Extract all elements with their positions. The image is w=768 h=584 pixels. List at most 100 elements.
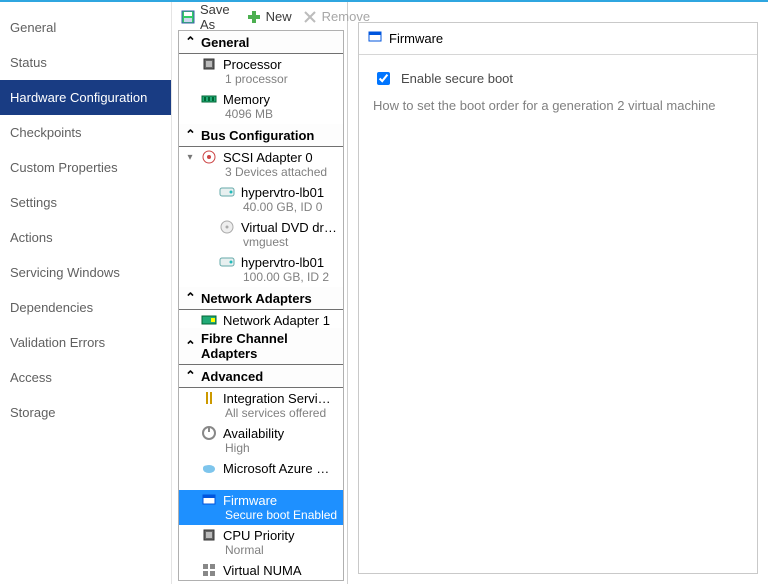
section-header-bus-configuration[interactable]: ⌃ Bus Configuration — [179, 124, 343, 147]
left-nav: General Status Hardware Configuration Ch… — [0, 0, 172, 584]
numa-icon — [201, 562, 217, 578]
section-title: Advanced — [201, 369, 263, 384]
remove-icon — [302, 9, 318, 25]
section-title: Network Adapters — [201, 291, 312, 306]
secure-boot-row[interactable]: Enable secure boot — [373, 69, 743, 88]
tree-node-label: Firmware — [223, 493, 277, 508]
nav-item-custom-properties[interactable]: Custom Properties — [0, 150, 171, 185]
chevron-up-icon: ⌃ — [185, 368, 195, 384]
firmware-icon — [367, 29, 383, 48]
boot-order-hint: How to set the boot order for a generati… — [373, 98, 743, 113]
save-as-label: Save As — [200, 2, 230, 32]
chevron-up-icon: ⌃ — [185, 34, 195, 50]
disk-icon — [219, 254, 235, 270]
nav-item-storage[interactable]: Storage — [0, 395, 171, 430]
tree-node-network-adapter-1: Network Adapter 1 — [179, 310, 343, 328]
tree-node-firmware: Firmware Secure boot Enabled — [179, 490, 343, 525]
tree-node-dvd: Virtual DVD drive vmguest — [179, 217, 343, 252]
nav-item-access[interactable]: Access — [0, 360, 171, 395]
tree-node-disk-2: hypervtro-lb01 100.00 GB, ID 2 — [179, 252, 343, 287]
section-title: General — [201, 35, 249, 50]
nav-item-checkpoints[interactable]: Checkpoints — [0, 115, 171, 150]
section-header-general[interactable]: ⌃ General — [179, 31, 343, 54]
window-accent-bar — [0, 0, 768, 2]
tree-node-label: Integration Services — [223, 391, 337, 406]
nav-item-status[interactable]: Status — [0, 45, 171, 80]
tree-node-processor: Processor 1 processor — [179, 54, 343, 89]
tree-node-label: Virtual NUMA — [223, 563, 302, 578]
nav-item-general[interactable]: General — [0, 10, 171, 45]
chevron-up-icon: ⌃ — [185, 290, 195, 306]
tree-node-cpu-priority: CPU Priority Normal — [179, 525, 343, 560]
detail-pane: Firmware Enable secure boot How to set t… — [348, 0, 768, 584]
nav-item-hardware-configuration[interactable]: Hardware Configuration — [0, 80, 171, 115]
tree-node-sub: 4096 MB — [179, 107, 343, 124]
chevron-up-icon: ⌃ — [185, 127, 195, 143]
expander-icon[interactable]: ▾ — [185, 152, 195, 163]
services-icon — [201, 390, 217, 406]
tree-node-azure-site: Microsoft Azure Site... — [179, 458, 343, 490]
detail-box: Firmware Enable secure boot How to set t… — [358, 22, 758, 574]
hardware-tree: ⌃ General Processor 1 processor Memory 4… — [178, 30, 344, 581]
new-button[interactable]: New — [242, 7, 296, 27]
dvd-icon — [219, 219, 235, 235]
tree-node-label: Availability — [223, 426, 284, 441]
nav-item-validation-errors[interactable]: Validation Errors — [0, 325, 171, 360]
tree-node-label: CPU Priority — [223, 528, 295, 543]
nav-item-settings[interactable]: Settings — [0, 185, 171, 220]
tree-node-integration-services: Integration Services All services offere… — [179, 388, 343, 423]
nav-item-dependencies[interactable]: Dependencies — [0, 290, 171, 325]
save-as-button[interactable]: Save As — [176, 0, 234, 34]
save-icon — [180, 9, 196, 25]
scsi-icon — [201, 149, 217, 165]
tree-node-sub: High — [179, 441, 343, 458]
cpu-icon — [201, 527, 217, 543]
secure-boot-label: Enable secure boot — [401, 71, 513, 86]
azure-icon — [201, 460, 217, 476]
tree-node-label: Processor — [223, 57, 282, 72]
section-header-advanced[interactable]: ⌃ Advanced — [179, 365, 343, 388]
tree-node-sub: Secure boot Enabled — [179, 508, 343, 525]
nav-item-actions[interactable]: Actions — [0, 220, 171, 255]
tree-node-label: Microsoft Azure Site... — [223, 461, 337, 476]
nav-item-servicing-windows[interactable]: Servicing Windows — [0, 255, 171, 290]
tree-node-sub: 3 Devices attached — [179, 165, 343, 182]
tree-node-virtual-numa: Virtual NUMA Spanning enabled — [179, 560, 343, 581]
tree-node-label: Network Adapter 1 — [223, 313, 330, 328]
section-header-fibre-channel[interactable]: ⌃ Fibre Channel Adapters — [179, 328, 343, 365]
new-label: New — [266, 9, 292, 24]
firmware-icon — [201, 492, 217, 508]
tree-toolbar: Save As New Remove — [172, 0, 347, 30]
availability-icon — [201, 425, 217, 441]
secure-boot-checkbox[interactable] — [377, 72, 390, 85]
tree-node-sub: Normal — [179, 543, 343, 560]
tree-node-sub: 40.00 GB, ID 0 — [179, 200, 343, 217]
detail-body: Enable secure boot How to set the boot o… — [359, 55, 757, 127]
chevron-up-icon: ⌃ — [185, 338, 195, 354]
tree-node-sub: vmguest — [179, 235, 343, 252]
tree-node-label: hypervtro-lb01 — [241, 185, 324, 200]
section-title: Bus Configuration — [201, 128, 314, 143]
plus-icon — [246, 9, 262, 25]
tree-node-sub: 1 processor — [179, 72, 343, 89]
hardware-tree-panel: Save As New Remove ⌃ General — [172, 0, 348, 584]
detail-title-bar: Firmware — [359, 23, 757, 55]
nic-icon — [201, 312, 217, 328]
tree-node-label: SCSI Adapter 0 — [223, 150, 313, 165]
tree-node-availability: Availability High — [179, 423, 343, 458]
tree-node-sub: 100.00 GB, ID 2 — [179, 270, 343, 287]
tree-node-sub: Spanning enabled — [179, 578, 343, 581]
memory-icon — [201, 91, 217, 107]
section-header-network-adapters[interactable]: ⌃ Network Adapters — [179, 287, 343, 310]
tree-node-scsi-adapter-0: ▾ SCSI Adapter 0 3 Devices attached — [179, 147, 343, 182]
tree-node-memory: Memory 4096 MB — [179, 89, 343, 124]
tree-node-label: hypervtro-lb01 — [241, 255, 324, 270]
tree-node-sub: All services offered — [179, 406, 343, 423]
detail-title-text: Firmware — [389, 31, 443, 46]
disk-icon — [219, 184, 235, 200]
section-title: Fibre Channel Adapters — [201, 331, 337, 361]
tree-node-label: Virtual DVD drive — [241, 220, 337, 235]
tree-node-label: Memory — [223, 92, 270, 107]
cpu-icon — [201, 56, 217, 72]
tree-node-disk-0: hypervtro-lb01 40.00 GB, ID 0 — [179, 182, 343, 217]
